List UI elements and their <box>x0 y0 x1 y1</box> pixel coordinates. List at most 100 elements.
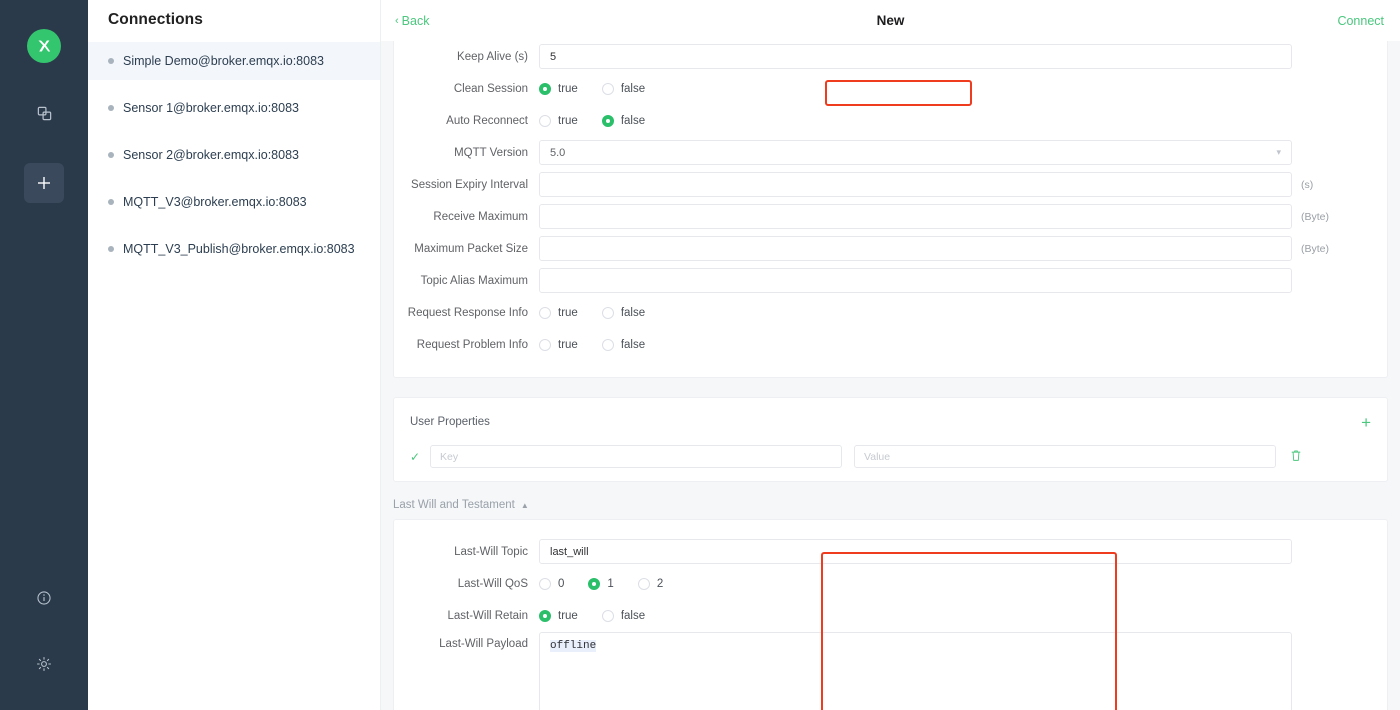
last-will-section-header[interactable]: Last Will and Testament ▲ <box>381 482 1400 519</box>
delete-user-property-icon[interactable] <box>1290 449 1302 465</box>
connection-item-mqtt-v3-publish[interactable]: MQTT_V3_Publish@broker.emqx.io:8083 <box>88 230 380 268</box>
request-response-info-true[interactable]: true <box>539 306 578 319</box>
request-problem-info-false[interactable]: false <box>601 338 646 351</box>
receive-maximum-input[interactable] <box>539 204 1292 229</box>
icon-rail <box>0 0 88 710</box>
last-will-qos-0[interactable]: 0 <box>539 577 565 590</box>
connections-list: Simple Demo@broker.emqx.io:8083 Sensor 1… <box>88 42 380 268</box>
mqtt-version-select[interactable]: 5.0 ▾ <box>539 140 1292 165</box>
auto-reconnect-true[interactable]: true <box>539 114 578 127</box>
row-last-will-topic: Last-Will Topic last_will <box>394 536 1387 567</box>
back-label: Back <box>401 13 430 28</box>
topic-alias-maximum-input[interactable] <box>539 268 1292 293</box>
last-will-qos-1[interactable]: 1 <box>588 577 614 590</box>
last-will-card: Last-Will Topic last_will Last-Will QoS … <box>393 519 1388 710</box>
clean-session-true[interactable]: true <box>539 82 578 95</box>
connect-button[interactable]: Connect <box>1337 14 1384 28</box>
connection-item-mqtt-v3[interactable]: MQTT_V3@broker.emqx.io:8083 <box>88 183 380 221</box>
connection-settings-card: Keep Alive (s) 5 Clean Session true fals… <box>393 41 1388 378</box>
radio-icon <box>601 338 614 351</box>
topic-alias-maximum-label: Topic Alias Maximum <box>420 274 528 287</box>
row-mqtt-version: MQTT Version 5.0 ▾ <box>394 137 1387 168</box>
about-icon[interactable] <box>24 578 64 618</box>
last-will-retain-false[interactable]: false <box>601 609 645 622</box>
connections-title: Connections <box>108 11 203 28</box>
clean-session-radio-group: true false <box>539 82 669 95</box>
radio-label: false <box>620 338 646 351</box>
last-will-qos-radio-group: 0 1 2 <box>539 577 687 590</box>
radio-icon <box>601 114 614 127</box>
mqttx-logo <box>27 29 61 63</box>
auto-reconnect-label: Auto Reconnect <box>446 114 528 127</box>
topbar: ‹ Back New Connect <box>381 0 1400 41</box>
connection-item-sensor-2[interactable]: Sensor 2@broker.emqx.io:8083 <box>88 136 380 174</box>
request-problem-info-true[interactable]: true <box>539 338 578 351</box>
radio-icon <box>637 577 650 590</box>
request-response-info-false[interactable]: false <box>601 306 646 319</box>
connection-label: Simple Demo@broker.emqx.io:8083 <box>123 54 324 68</box>
radio-icon <box>601 609 614 622</box>
last-will-retain-radio-group: true false <box>539 609 669 622</box>
row-clean-session: Clean Session true false <box>394 73 1387 104</box>
last-will-payload-label: Last-Will Payload <box>439 638 528 650</box>
session-expiry-interval-label: Session Expiry Interval <box>411 178 528 191</box>
radio-label: false <box>620 114 646 127</box>
last-will-section-label: Last Will and Testament <box>393 499 515 511</box>
radio-label: false <box>620 82 646 95</box>
radio-label: true <box>558 306 578 319</box>
last-will-topic-input[interactable]: last_will <box>539 539 1292 564</box>
radio-icon <box>539 114 551 127</box>
last-will-topic-label: Last-Will Topic <box>454 545 528 558</box>
settings-gear-icon[interactable] <box>24 644 64 684</box>
caret-up-icon: ▲ <box>520 500 529 510</box>
clean-session-false[interactable]: false <box>601 82 646 95</box>
connection-item-simple-demo[interactable]: Simple Demo@broker.emqx.io:8083 <box>88 42 380 80</box>
user-properties-card: User Properties + ✓ Key Value <box>393 397 1388 482</box>
row-last-will-retain: Last-Will Retain true false <box>394 600 1387 631</box>
radio-label: true <box>558 609 578 622</box>
row-last-will-payload: Last-Will Payload offline <box>394 632 1387 710</box>
maximum-packet-size-input[interactable] <box>539 236 1292 261</box>
connection-label: MQTT_V3@broker.emqx.io:8083 <box>123 195 307 209</box>
status-dot-icon <box>108 105 114 111</box>
maximum-packet-size-unit: (Byte) <box>1301 242 1330 255</box>
row-session-expiry-interval: Session Expiry Interval (s) <box>394 169 1387 200</box>
status-dot-icon <box>108 199 114 205</box>
row-receive-maximum: Receive Maximum (Byte) <box>394 201 1387 232</box>
row-request-response-info: Request Response Info true false <box>394 297 1387 328</box>
connection-item-sensor-1[interactable]: Sensor 1@broker.emqx.io:8083 <box>88 89 380 127</box>
radio-label: 1 <box>607 577 614 590</box>
form-scroll-area[interactable]: Keep Alive (s) 5 Clean Session true fals… <box>381 41 1400 710</box>
radio-icon <box>601 82 614 95</box>
chevron-left-icon: ‹ <box>395 14 399 27</box>
back-button[interactable]: ‹ Back <box>395 14 429 28</box>
user-property-value-input[interactable]: Value <box>854 445 1276 468</box>
connection-label: MQTT_V3_Publish@broker.emqx.io:8083 <box>123 242 355 256</box>
radio-label: 2 <box>656 577 664 590</box>
keep-alive-input[interactable]: 5 <box>539 44 1292 69</box>
connections-icon[interactable] <box>24 93 64 133</box>
check-icon[interactable]: ✓ <box>410 450 430 464</box>
last-will-qos-2[interactable]: 2 <box>637 577 664 590</box>
rail-bottom-group <box>0 552 88 684</box>
auto-reconnect-radio-group: true false <box>539 114 669 127</box>
user-property-row: ✓ Key Value <box>394 445 1387 468</box>
radio-label: false <box>620 306 646 319</box>
new-connection-icon[interactable] <box>24 163 64 203</box>
session-expiry-interval-input[interactable] <box>539 172 1292 197</box>
radio-icon <box>539 306 551 319</box>
radio-label: true <box>558 82 578 95</box>
radio-label: 0 <box>558 577 565 590</box>
last-will-payload-textarea[interactable]: offline <box>539 632 1292 710</box>
radio-icon <box>539 82 551 95</box>
connections-panel: Connections Simple Demo@broker.emqx.io:8… <box>88 0 381 710</box>
last-will-retain-true[interactable]: true <box>539 609 578 622</box>
auto-reconnect-false[interactable]: false <box>601 114 646 127</box>
maximum-packet-size-label: Maximum Packet Size <box>414 242 528 255</box>
keep-alive-label: Keep Alive (s) <box>457 50 528 63</box>
row-topic-alias-maximum: Topic Alias Maximum <box>394 265 1387 296</box>
mqttx-window: Connections Simple Demo@broker.emqx.io:8… <box>0 0 1400 710</box>
add-user-property-icon[interactable]: + <box>1361 414 1371 431</box>
user-properties-header: User Properties + <box>394 411 1387 433</box>
user-property-key-input[interactable]: Key <box>430 445 842 468</box>
